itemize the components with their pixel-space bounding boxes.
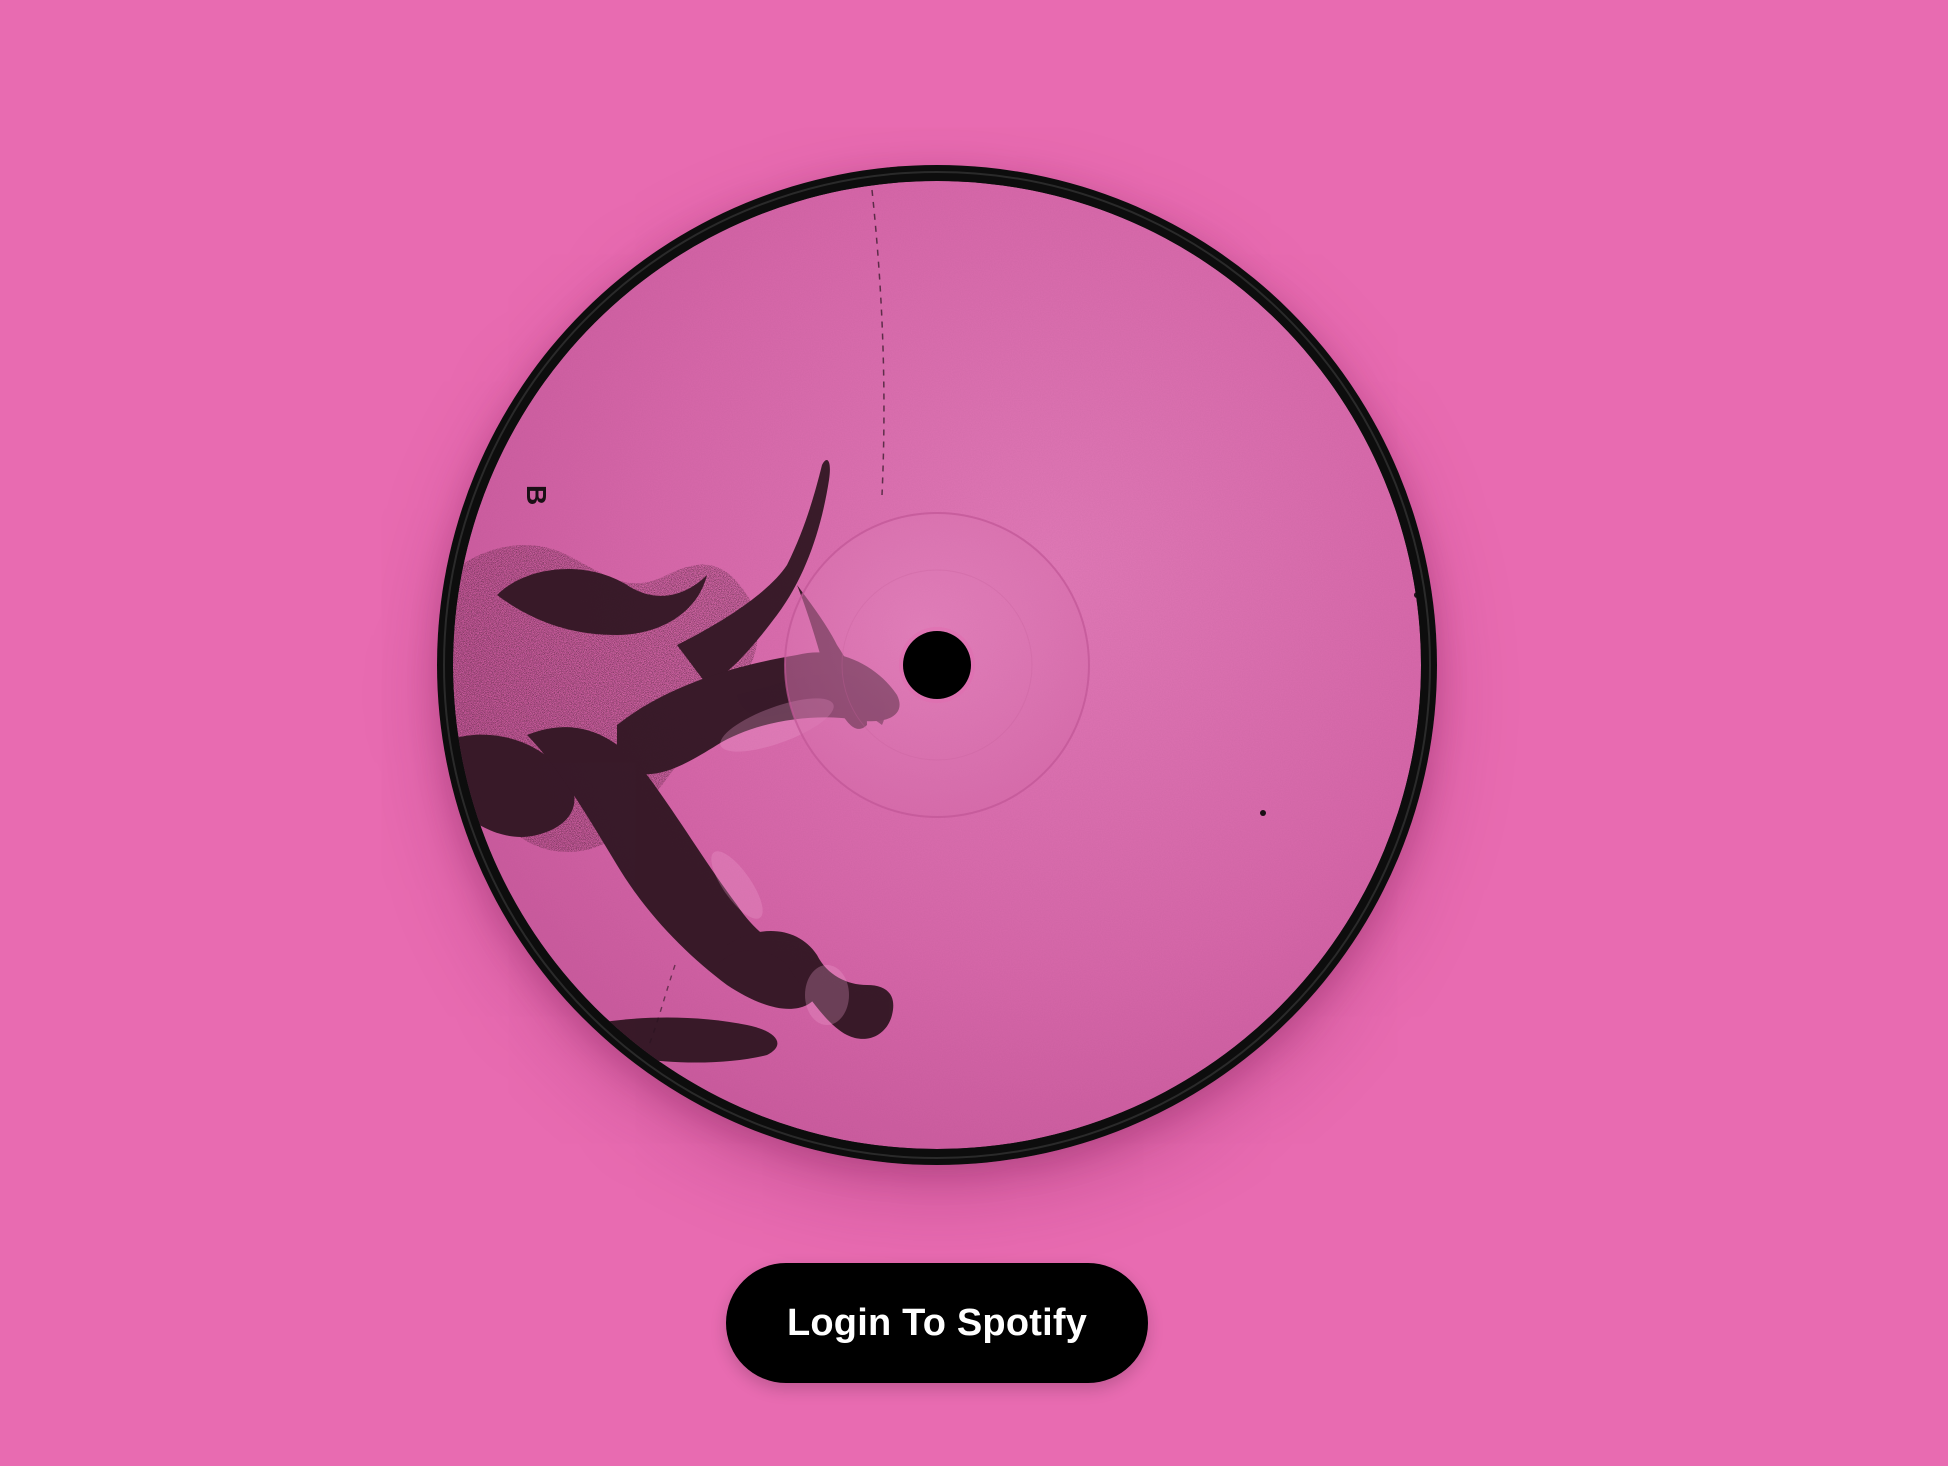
spindle-hole (903, 631, 971, 699)
login-to-spotify-button[interactable]: Login To Spotify (726, 1263, 1148, 1383)
vinyl-record-icon: B (437, 165, 1437, 1165)
vinyl-record: B (437, 165, 1437, 1165)
record-side-letter: B (521, 485, 552, 505)
page-background: B Login To Spotify (0, 0, 1948, 1466)
